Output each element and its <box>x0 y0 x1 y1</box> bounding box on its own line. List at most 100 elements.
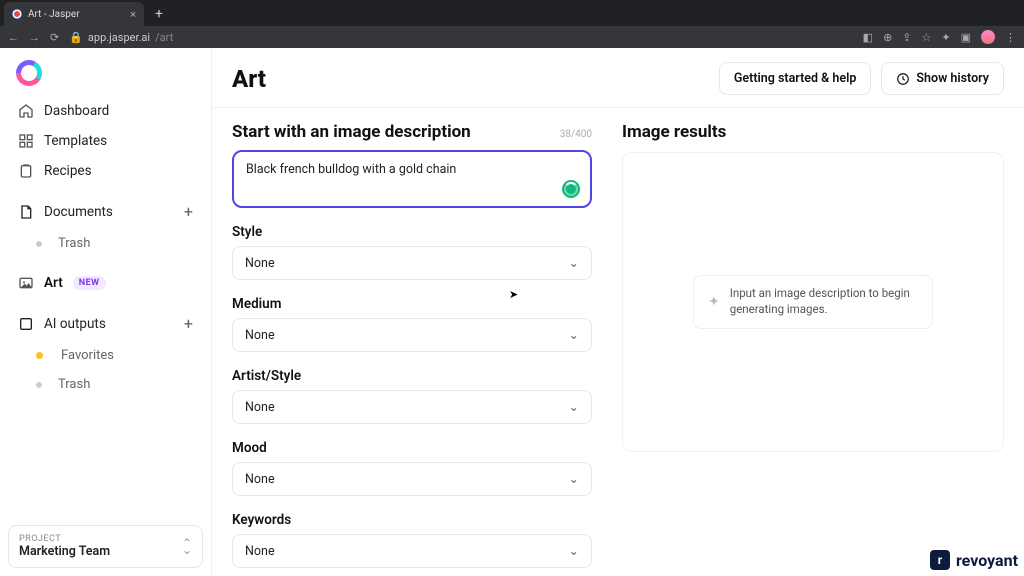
field-label: Artist/Style <box>232 368 592 384</box>
sidebar-section-label: Documents <box>44 204 113 220</box>
mood-select[interactable]: None ⌄ <box>232 462 592 496</box>
field-label: Medium <box>232 296 592 312</box>
sidebar-item-recipes[interactable]: Recipes <box>8 156 203 186</box>
select-value: None <box>245 256 275 271</box>
select-value: None <box>245 328 275 343</box>
add-output-button[interactable]: + <box>184 314 193 333</box>
back-icon[interactable]: ← <box>8 31 19 44</box>
artist-style-select[interactable]: None ⌄ <box>232 390 592 424</box>
project-switcher[interactable]: PROJECT Marketing Team ⌃⌄ <box>8 525 203 568</box>
loading-indicator-icon <box>562 180 580 198</box>
sidebar-item-favorites[interactable]: Favorites <box>8 341 203 370</box>
results-hint-card: ✦ Input an image description to begin ge… <box>693 275 933 328</box>
tab-favicon-icon <box>12 9 22 19</box>
section-title-row: Start with an image description 38/400 <box>232 122 592 142</box>
sidebar-item-label: Art <box>44 275 63 291</box>
page-title: Art <box>232 65 266 93</box>
sidebar-section-documents[interactable]: Documents + <box>8 194 203 229</box>
form-column: Start with an image description 38/400 B… <box>212 108 612 576</box>
button-label: Show history <box>916 71 989 86</box>
dot-icon <box>36 382 42 388</box>
select-value: None <box>245 544 275 559</box>
getting-started-button[interactable]: Getting started & help <box>719 62 872 95</box>
extension-icon[interactable]: ◧ <box>863 31 873 44</box>
results-title: Image results <box>622 122 1004 142</box>
field-medium: Medium None ⌄ <box>232 296 592 352</box>
prompt-input[interactable]: Black french bulldog with a gold chain <box>232 150 592 208</box>
share-icon[interactable]: ⇪ <box>902 31 911 44</box>
home-icon <box>18 103 34 119</box>
tab-title: Art - Jasper <box>28 9 80 20</box>
updown-icon: ⌃⌄ <box>182 540 192 554</box>
sidebar-item-trash[interactable]: Trash <box>8 229 203 258</box>
ext2-icon[interactable]: ▣ <box>961 31 971 44</box>
show-history-button[interactable]: Show history <box>881 62 1004 95</box>
chevron-down-icon: ⌄ <box>569 471 579 487</box>
select-value: None <box>245 400 275 415</box>
puzzle-icon[interactable]: ✦ <box>941 31 950 44</box>
chevron-down-icon: ⌄ <box>569 255 579 271</box>
page-header: Art Getting started & help Show history <box>212 48 1024 108</box>
keywords-select[interactable]: None ⌄ <box>232 534 592 568</box>
add-document-button[interactable]: + <box>184 202 193 221</box>
sidebar-item-label: Dashboard <box>44 103 109 119</box>
field-mood: Mood None ⌄ <box>232 440 592 496</box>
medium-select[interactable]: None ⌄ <box>232 318 592 352</box>
bookmark-icon[interactable]: ☆ <box>922 31 932 44</box>
browser-chrome: Art - Jasper × + ← → ⟳ 🔒 app.jasper.ai/a… <box>0 0 1024 48</box>
sparkle-icon <box>18 316 34 332</box>
chevron-down-icon: ⌄ <box>569 399 579 415</box>
style-select[interactable]: None ⌄ <box>232 246 592 280</box>
forward-icon[interactable]: → <box>29 31 40 44</box>
field-label: Mood <box>232 440 592 456</box>
sidebar-item-label: Trash <box>58 236 90 251</box>
sidebar-section-label: AI outputs <box>44 316 106 332</box>
field-label: Style <box>232 224 592 240</box>
address-bar[interactable]: 🔒 app.jasper.ai/art <box>69 31 173 44</box>
new-tab-button[interactable]: + <box>150 5 168 23</box>
select-value: None <box>245 472 275 487</box>
field-style: Style None ⌄ <box>232 224 592 280</box>
profile-avatar-icon[interactable] <box>981 30 995 44</box>
field-label: Keywords <box>232 512 592 528</box>
tab-close-icon[interactable]: × <box>130 8 136 21</box>
sidebar-item-label: Trash <box>58 377 90 392</box>
field-artist-style: Artist/Style None ⌄ <box>232 368 592 424</box>
watermark: r revoyant <box>930 550 1018 570</box>
chevron-down-icon: ⌄ <box>569 327 579 343</box>
char-counter: 38/400 <box>560 129 592 140</box>
dot-icon <box>36 241 42 247</box>
tab-strip: Art - Jasper × + <box>0 0 1024 26</box>
watermark-icon: r <box>930 550 950 570</box>
sidebar-section-ai-outputs[interactable]: AI outputs + <box>8 306 203 341</box>
sidebar: Dashboard Templates Recipes Documents + … <box>0 48 212 576</box>
watermark-text: revoyant <box>956 551 1018 570</box>
sidebar-item-trash-outputs[interactable]: Trash <box>8 370 203 399</box>
zoom-icon[interactable]: ⊕ <box>883 31 892 44</box>
sidebar-item-label: Favorites <box>61 348 114 363</box>
sidebar-item-label: Recipes <box>44 163 92 179</box>
sidebar-item-label: Templates <box>44 133 107 149</box>
app-logo[interactable] <box>8 60 203 96</box>
project-name: Marketing Team <box>19 544 110 559</box>
document-icon <box>18 204 34 220</box>
reload-icon[interactable]: ⟳ <box>50 31 59 44</box>
url-host: app.jasper.ai <box>88 31 150 44</box>
browser-tab[interactable]: Art - Jasper × <box>4 2 144 26</box>
browser-toolbar: ← → ⟳ 🔒 app.jasper.ai/art ◧ ⊕ ⇪ ☆ ✦ ▣ ⋮ <box>0 26 1024 48</box>
lock-icon: 🔒 <box>69 31 83 44</box>
sidebar-item-templates[interactable]: Templates <box>8 126 203 156</box>
field-keywords: Keywords None ⌄ <box>232 512 592 568</box>
results-column: Image results ✦ Input an image descripti… <box>612 108 1024 576</box>
sidebar-item-art[interactable]: Art NEW <box>8 268 203 298</box>
sidebar-item-dashboard[interactable]: Dashboard <box>8 96 203 126</box>
chevron-down-icon: ⌄ <box>569 543 579 559</box>
kebab-menu-icon[interactable]: ⋮ <box>1005 31 1016 44</box>
button-label: Getting started & help <box>734 71 857 86</box>
grid-icon <box>18 133 34 149</box>
prompt-text: Black french bulldog with a gold chain <box>246 162 578 177</box>
main: Art Getting started & help Show history … <box>212 48 1024 576</box>
project-label-small: PROJECT <box>19 534 110 544</box>
results-box: ✦ Input an image description to begin ge… <box>622 152 1004 452</box>
new-badge: NEW <box>73 276 106 290</box>
